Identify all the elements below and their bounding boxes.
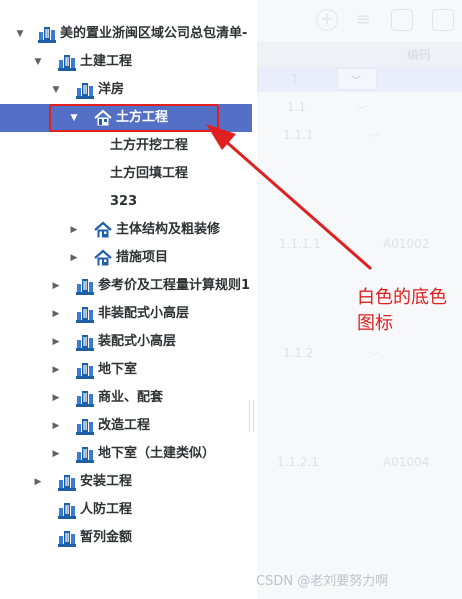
toolbar: + ≡: [257, 0, 462, 40]
building-icon: [58, 529, 76, 547]
building-icon: [76, 81, 94, 99]
building-icon: [76, 333, 94, 351]
tree-node[interactable]: ▶ 主体结构及粗装修: [0, 216, 252, 244]
tree-node[interactable]: 暂列金额: [0, 524, 252, 552]
row-number: 1.1.1.1: [279, 237, 321, 251]
caret-right-icon[interactable]: ▶: [68, 244, 80, 272]
chevron-down-icon[interactable]: ﹀: [357, 102, 367, 117]
tree-node[interactable]: ▼ 洋房: [0, 76, 252, 104]
row-code: A01004: [383, 455, 430, 469]
annotation-text: 白色的底色图标: [357, 287, 447, 334]
tree-node-label: 非装配式小高层: [98, 306, 190, 321]
tree-node[interactable]: ▶ 非装配式小高层: [0, 300, 252, 328]
table-header: 编码: [257, 42, 462, 66]
tree-node-label: 地下室（土建类似）: [98, 446, 216, 461]
tree-node-label: 主体结构及粗装修: [116, 222, 221, 237]
row-number: 1.1: [287, 100, 307, 114]
caret-right-icon[interactable]: ▶: [50, 412, 62, 440]
tree-node-label: 商业、配套: [98, 390, 164, 405]
tree-node-label: 土建工程: [80, 54, 133, 69]
building-icon: [76, 305, 94, 323]
building-icon: [76, 389, 94, 407]
tree-node-label: 地下室: [98, 362, 138, 377]
tree-node[interactable]: ▶ 装配式小高层: [0, 328, 252, 356]
tree-node-label: 暂列金额: [80, 530, 133, 545]
tree-node[interactable]: 土方开挖工程: [0, 132, 252, 160]
building-icon: [38, 25, 56, 43]
tree-node[interactable]: ▼ 土建工程: [0, 48, 252, 76]
caret-down-icon[interactable]: ▼: [50, 76, 62, 104]
row-code: A01002: [383, 237, 430, 251]
tree-node[interactable]: ▶ 改造工程: [0, 412, 252, 440]
row-number: 1.1.1: [283, 128, 314, 142]
indent-icon[interactable]: ≡: [352, 9, 374, 31]
caret-right-icon[interactable]: ▶: [68, 216, 80, 244]
building-icon: [58, 501, 76, 519]
row-number: 1.1.2: [283, 346, 314, 360]
building-icon: [76, 445, 94, 463]
caret-down-icon[interactable]: ▼: [14, 20, 26, 48]
building-icon: [76, 277, 94, 295]
caret-right-icon[interactable]: ▶: [50, 328, 62, 356]
column-header-code: 编码: [407, 48, 432, 62]
tree-node[interactable]: ▶ 商业、配套: [0, 384, 252, 412]
tree-node[interactable]: ▶ 安装工程: [0, 468, 252, 496]
tree-node[interactable]: ▶ 参考价及工程量计算规则1: [0, 272, 252, 300]
caret-right-icon[interactable]: ▶: [32, 468, 44, 496]
tree-node-label: 美的置业浙闽区域公司总包清单-: [60, 26, 248, 41]
chevron-down-icon[interactable]: ﹀: [369, 130, 379, 145]
building-icon: [76, 361, 94, 379]
house-icon: [94, 221, 112, 239]
tree-node[interactable]: ▶ 地下室（土建类似）: [0, 440, 252, 468]
tree-node[interactable]: 323: [0, 188, 252, 216]
building-icon: [76, 417, 94, 435]
add-icon[interactable]: +: [316, 9, 338, 31]
tree-node[interactable]: ▶ 地下室: [0, 356, 252, 384]
tree-node-label: 323: [110, 194, 138, 209]
tree-node[interactable]: ▼ 美的置业浙闽区域公司总包清单-: [0, 20, 252, 48]
tree-node-label: 人防工程: [80, 502, 133, 517]
building-icon: [58, 473, 76, 491]
caret-right-icon[interactable]: ▶: [50, 440, 62, 468]
tree-node-label: 措施项目: [116, 250, 169, 265]
tree-node-label: 改造工程: [98, 418, 151, 433]
caret-right-icon[interactable]: ▶: [50, 356, 62, 384]
highlight-box: [49, 104, 219, 132]
tree-node[interactable]: 土方回填工程: [0, 160, 252, 188]
watermark: CSDN @老刘要努力啊: [256, 574, 389, 589]
delete-icon[interactable]: [391, 9, 413, 31]
tree-node-label: 洋房: [98, 82, 125, 97]
house-icon: [94, 249, 112, 267]
chevron-down-icon[interactable]: ﹀: [369, 348, 379, 363]
caret-right-icon[interactable]: ▶: [50, 300, 62, 328]
tree-node[interactable]: 人防工程: [0, 496, 252, 524]
tree-node-label: 土方回填工程: [110, 166, 189, 181]
tree-node-label: 参考价及工程量计算规则1: [98, 278, 251, 293]
chevron-down-icon[interactable]: ﹀: [351, 72, 361, 87]
caret-right-icon[interactable]: ▶: [50, 272, 62, 300]
row-number: 1: [291, 72, 299, 86]
tree-node-label: 安装工程: [80, 474, 133, 489]
tree-node-label: 装配式小高层: [98, 334, 177, 349]
caret-down-icon[interactable]: ▼: [32, 48, 44, 76]
tree-node[interactable]: ▶ 措施项目: [0, 244, 252, 272]
more-icon[interactable]: [432, 9, 454, 31]
caret-right-icon[interactable]: ▶: [50, 384, 62, 412]
tree-node-label: 土方开挖工程: [110, 138, 189, 153]
row-number: 1.1.2.1: [277, 455, 319, 469]
building-icon: [58, 53, 76, 71]
